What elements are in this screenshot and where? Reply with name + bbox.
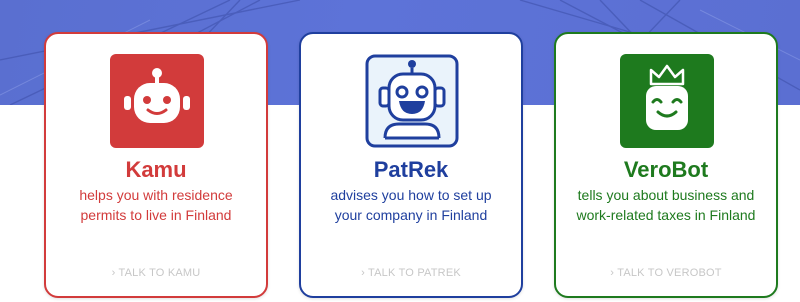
chevron-right-icon: › <box>610 267 615 279</box>
cta-label: TALK TO PATREK <box>368 267 461 279</box>
bot-description: helps you with residence permits to live… <box>79 187 233 223</box>
bot-name: VeroBot <box>623 157 709 182</box>
bot-description: advises you how to set up your company i… <box>330 187 492 223</box>
talk-to-verobot-link[interactable]: › TALK TO VEROBOT <box>556 266 776 280</box>
bot-name: Kamu <box>125 157 187 182</box>
robot-headset-icon <box>365 54 459 148</box>
bot-name: PatRek <box>373 157 449 182</box>
bot-card-patrek[interactable]: PatRek advises you how to set up your co… <box>299 32 523 298</box>
chevron-right-icon: › <box>361 267 365 279</box>
bot-description: tells you about business and work-relate… <box>576 187 756 223</box>
cta-label: TALK TO KAMU <box>118 267 201 279</box>
bot-card-verobot[interactable]: VeroBot tells you about business and wor… <box>554 32 778 298</box>
cta-label: TALK TO VEROBOT <box>617 267 722 279</box>
bot-card-kamu[interactable]: Kamu helps you with residence permits to… <box>44 32 268 298</box>
crowned-bot-icon <box>620 54 714 148</box>
talk-to-patrek-link[interactable]: › TALK TO PATREK <box>301 266 521 280</box>
robot-face-icon <box>110 54 204 148</box>
talk-to-kamu-link[interactable]: › TALK TO KAMU <box>46 266 266 280</box>
chevron-right-icon: › <box>111 267 116 279</box>
